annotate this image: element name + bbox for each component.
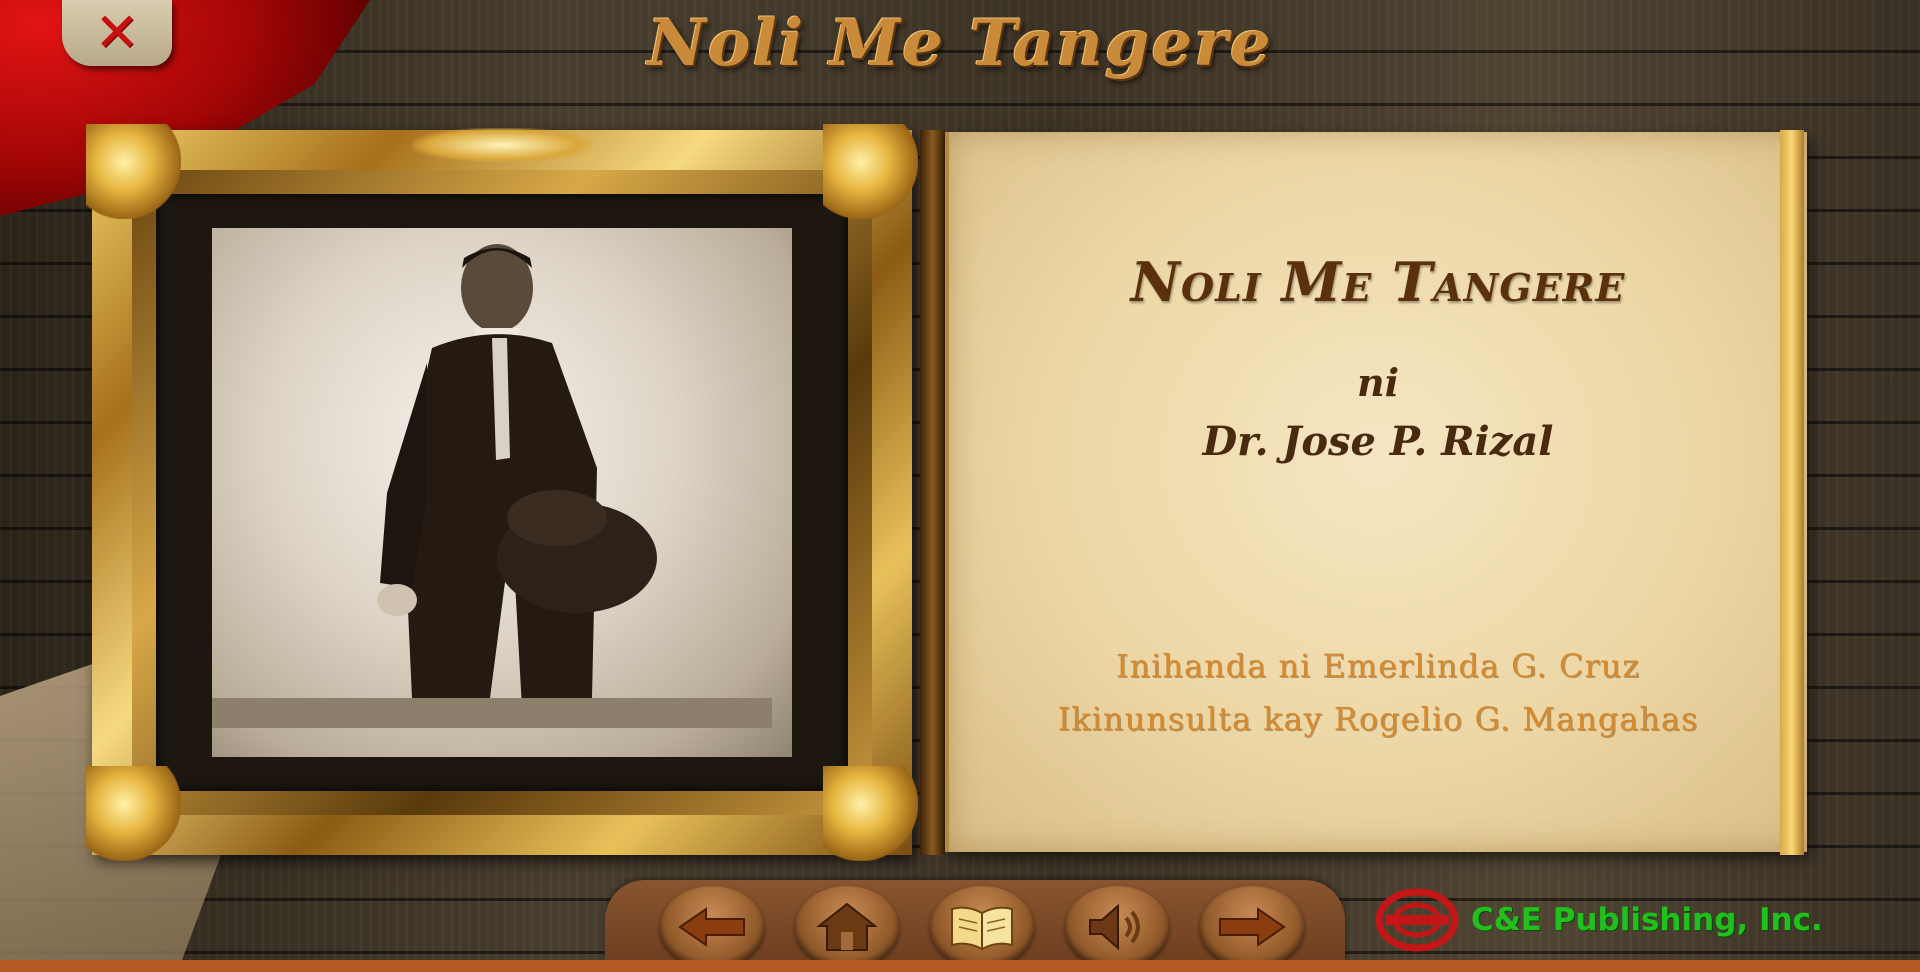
- home-button[interactable]: [795, 886, 899, 968]
- title-page: Noli Me Tangere ni Dr. Jose P. Rizal Ini…: [945, 132, 1807, 852]
- publisher-logo-icon: [1375, 888, 1459, 952]
- sound-button[interactable]: [1065, 886, 1169, 968]
- portrait-frame: [86, 124, 918, 861]
- arrow-left-icon: [678, 907, 745, 947]
- previous-button[interactable]: [660, 886, 764, 968]
- book-button[interactable]: [930, 886, 1034, 968]
- book-ni: ni: [1356, 360, 1400, 405]
- book-title: Noli Me Tangere: [1130, 250, 1626, 314]
- open-book-icon: [951, 906, 1013, 951]
- close-icon: ✕: [94, 1, 140, 64]
- arrow-right-icon: [1219, 907, 1286, 947]
- book-author: Dr. Jose P. Rizal: [1202, 418, 1554, 465]
- bottom-strip: [0, 960, 1920, 972]
- page-edge: [1780, 130, 1804, 855]
- next-button[interactable]: [1200, 886, 1304, 968]
- close-button[interactable]: ✕: [62, 0, 172, 66]
- portrait-image: [212, 228, 792, 757]
- publisher-name: C&E Publishing, Inc.: [1471, 902, 1823, 938]
- rizal-portrait: [212, 244, 772, 728]
- corner-ornament: [823, 766, 918, 861]
- corner-ornament: [86, 124, 181, 219]
- home-icon: [816, 902, 878, 951]
- app-title: Noli Me Tangere: [647, 6, 1273, 81]
- frame-molding: [132, 170, 872, 815]
- corner-ornament: [86, 766, 181, 861]
- navigation-bar: [605, 880, 1345, 972]
- book-spine: [920, 130, 945, 855]
- publisher-branding: C&E Publishing, Inc.: [1375, 888, 1823, 952]
- speaker-icon: [1089, 903, 1140, 951]
- frame-crest: [412, 128, 592, 162]
- corner-ornament: [823, 124, 918, 219]
- consulted-with: Ikinunsulta kay Rogelio G. Mangahas: [1057, 700, 1699, 738]
- prepared-by: Inihanda ni Emerlinda G. Cruz: [1115, 647, 1641, 685]
- frame-mat: [156, 194, 848, 791]
